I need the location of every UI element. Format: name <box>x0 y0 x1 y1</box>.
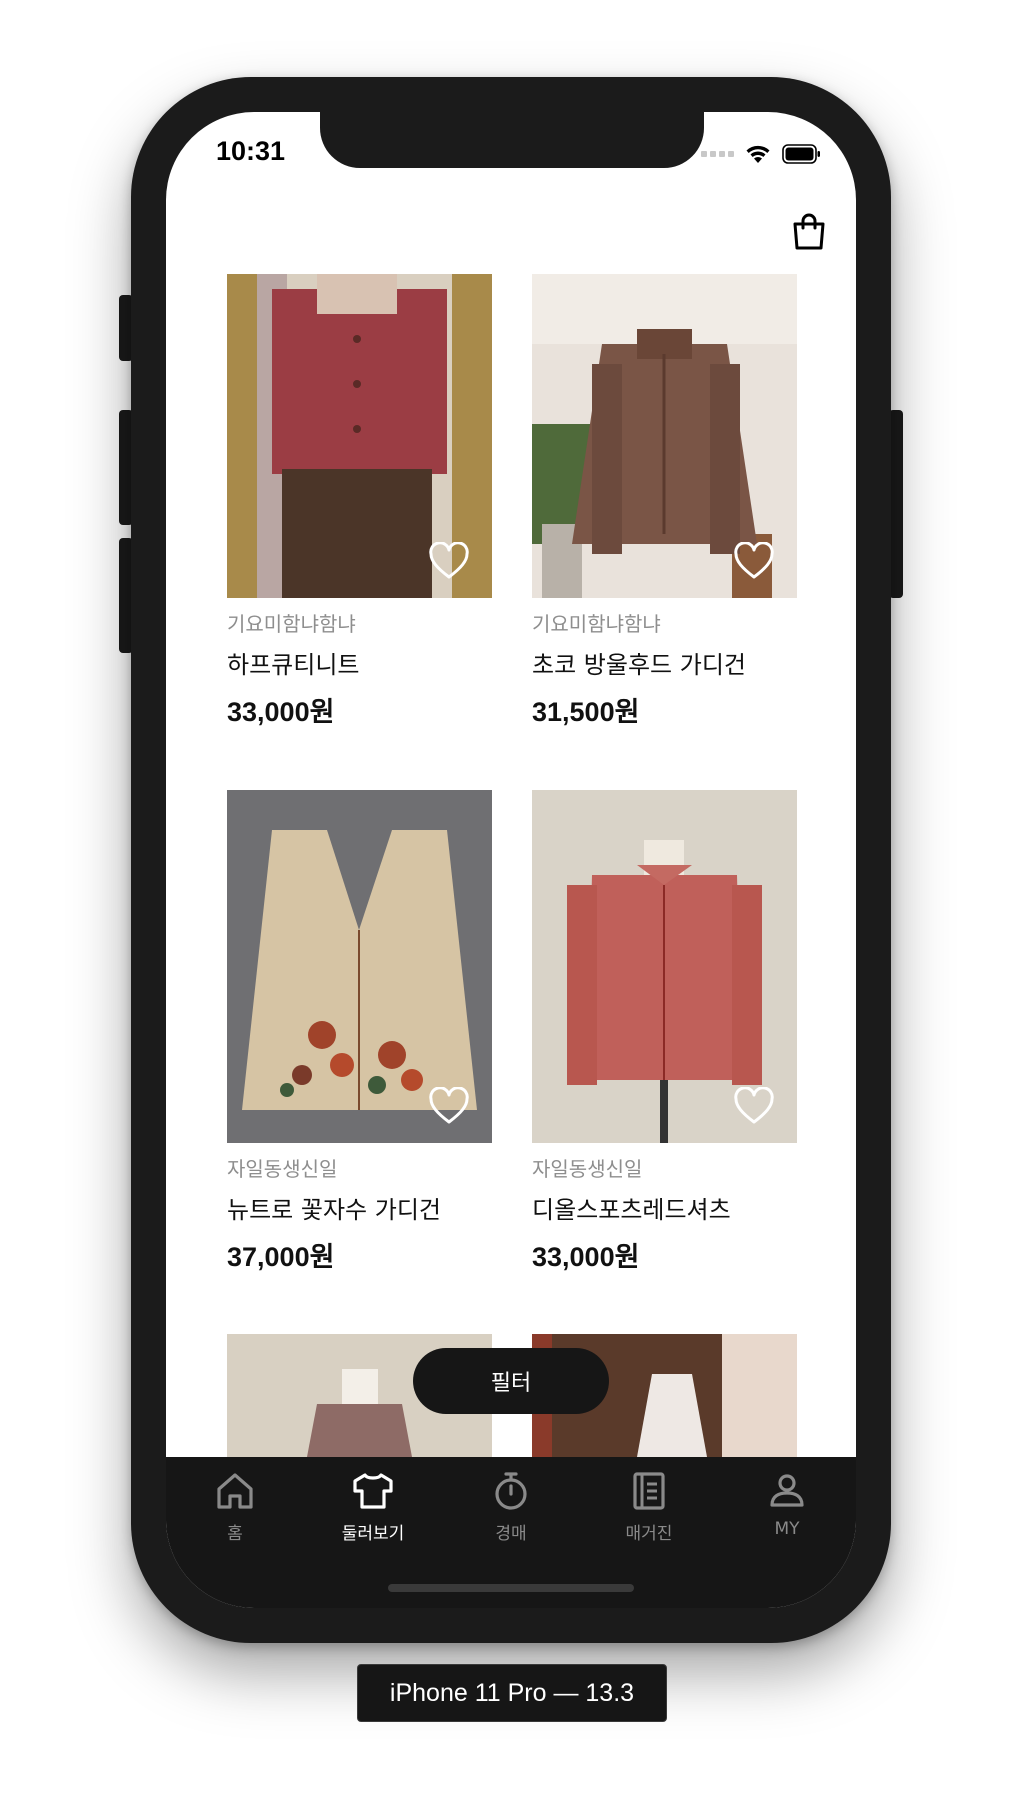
heart-icon[interactable] <box>428 542 470 580</box>
product-card[interactable]: 자일동생신일 뉴트로 꽃자수 가디건 37,000원 <box>227 790 492 1274</box>
tab-label: 매거진 <box>625 1524 673 1544</box>
heart-icon[interactable] <box>428 1087 470 1125</box>
seller-name: 자일동생신일 <box>532 1157 643 1181</box>
seller-name: 자일동생신일 <box>227 1157 338 1181</box>
product-name: 디올스포츠레드셔츠 <box>532 1196 731 1224</box>
tab-label: MY <box>774 1519 800 1539</box>
product-price: 31,500원 <box>532 697 640 727</box>
notch <box>320 112 704 168</box>
status-time: 10:31 <box>216 136 286 166</box>
tab-auction[interactable]: 경매 <box>442 1469 580 1544</box>
product-price: 33,000원 <box>227 697 335 727</box>
tab-browse[interactable]: 둘러보기 <box>304 1469 442 1544</box>
product-card[interactable]: 기요미함냐함냐 하프큐티니트 33,000원 <box>227 274 492 729</box>
device-label: iPhone 11 Pro — 13.3 <box>357 1664 667 1722</box>
status-icons <box>701 142 822 166</box>
tab-magazine[interactable]: 매거진 <box>580 1469 718 1544</box>
tshirt-icon <box>353 1473 393 1509</box>
person-icon <box>770 1474 804 1507</box>
signal-icon <box>701 151 734 157</box>
power-button <box>889 410 903 598</box>
simulator-stage: 10:31 기요미함냐함냐 하프큐티니트 33,000원 기요미함냐함냐 초코 … <box>0 0 1024 1796</box>
heart-icon[interactable] <box>733 542 775 580</box>
tab-my[interactable]: MY <box>718 1469 856 1539</box>
stopwatch-icon <box>495 1472 527 1510</box>
filter-button[interactable]: 필터 <box>413 1348 609 1414</box>
home-icon <box>217 1473 253 1509</box>
product-price: 33,000원 <box>532 1242 640 1272</box>
product-name: 초코 방울후드 가디건 <box>532 651 746 679</box>
tab-label: 홈 <box>227 1524 243 1544</box>
tab-home[interactable]: 홈 <box>166 1469 304 1544</box>
shopping-bag-icon[interactable] <box>792 212 826 250</box>
phone-screen: 10:31 기요미함냐함냐 하프큐티니트 33,000원 기요미함냐함냐 초코 … <box>166 112 856 1608</box>
tab-label: 둘러보기 <box>341 1524 405 1544</box>
product-card[interactable]: 기요미함냐함냐 초코 방울후드 가디건 31,500원 <box>532 274 797 729</box>
tab-label: 경매 <box>495 1524 527 1544</box>
product-name: 하프큐티니트 <box>227 651 360 679</box>
magazine-icon <box>633 1472 665 1510</box>
battery-icon <box>782 144 820 164</box>
wifi-icon <box>746 145 770 163</box>
product-image[interactable] <box>532 274 797 598</box>
seller-name: 기요미함냐함냐 <box>227 612 356 636</box>
product-card[interactable]: 자일동생신일 디올스포츠레드셔츠 33,000원 <box>532 790 797 1274</box>
heart-icon[interactable] <box>733 1087 775 1125</box>
product-image[interactable] <box>532 790 797 1143</box>
product-price: 37,000원 <box>227 1242 335 1272</box>
seller-name: 기요미함냐함냐 <box>532 612 661 636</box>
product-name: 뉴트로 꽃자수 가디건 <box>227 1196 441 1224</box>
product-image[interactable] <box>227 274 492 598</box>
home-indicator <box>388 1584 634 1592</box>
product-image[interactable] <box>227 790 492 1143</box>
